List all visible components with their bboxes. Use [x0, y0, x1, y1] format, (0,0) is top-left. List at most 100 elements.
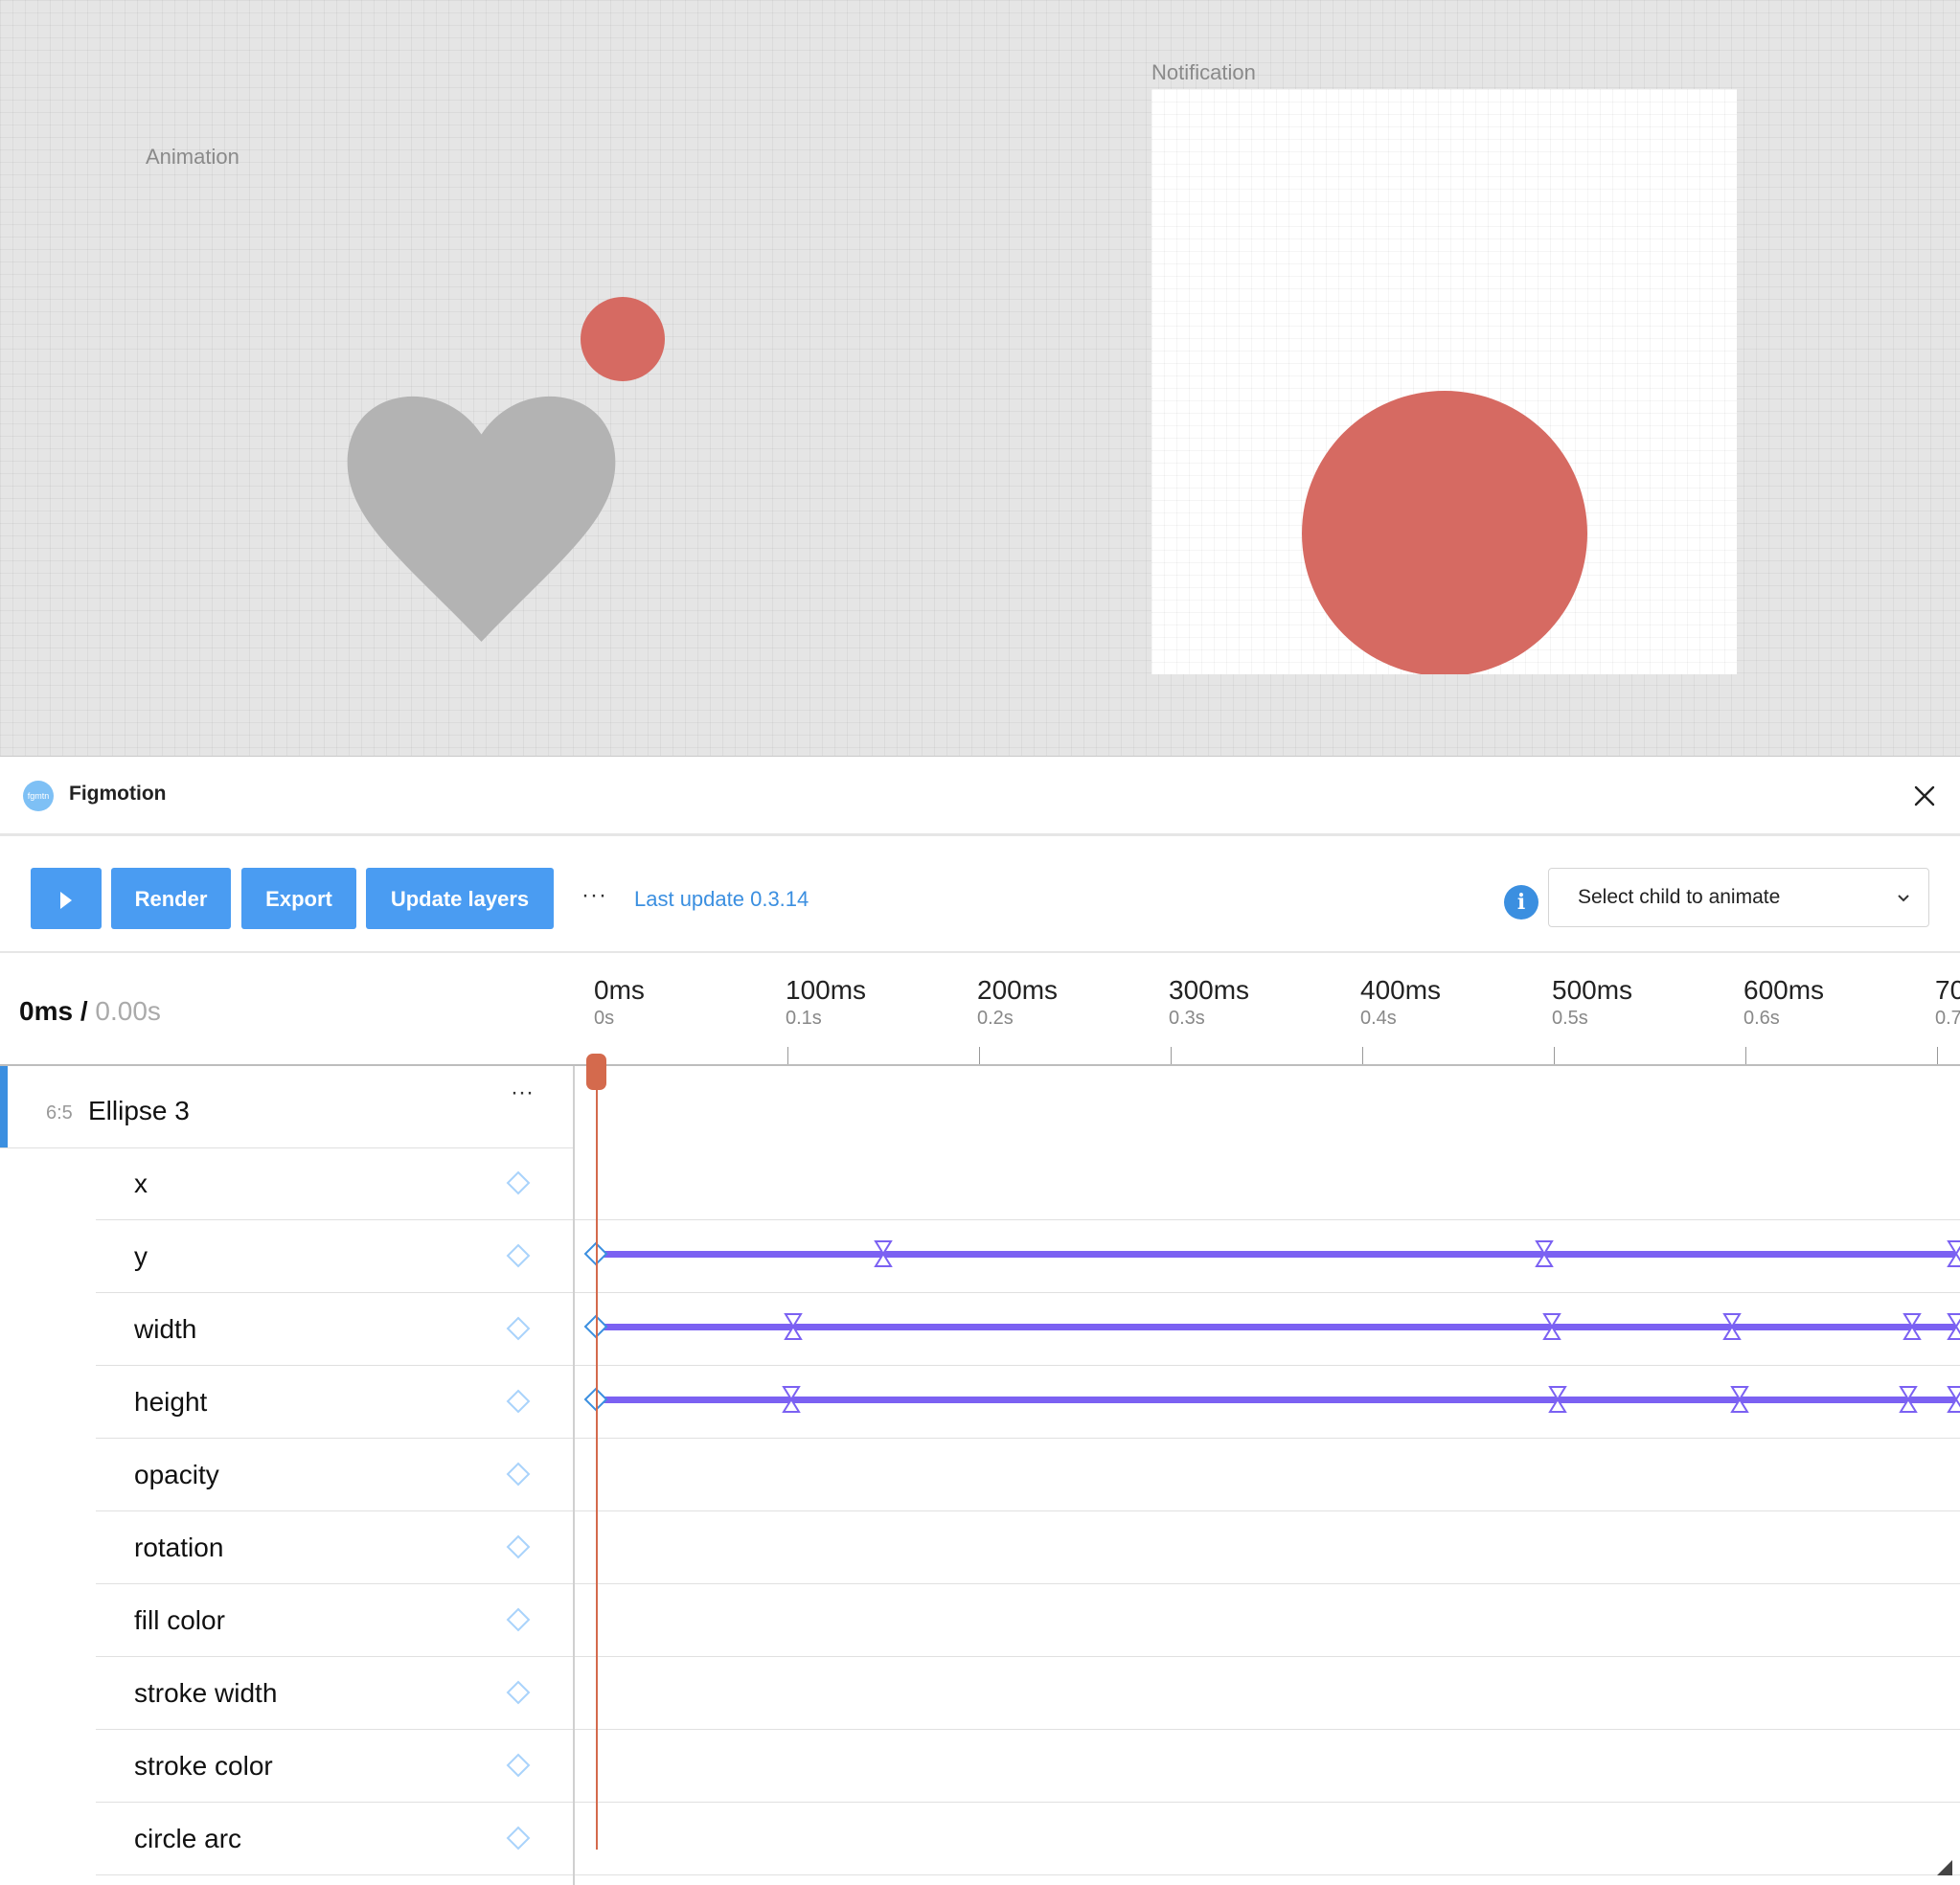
property-row-circle-arc[interactable]: circle arc	[96, 1803, 573, 1875]
ruler-tick-mark	[979, 1047, 980, 1064]
property-row-x[interactable]: x	[96, 1147, 573, 1220]
property-row-y[interactable]: y	[96, 1220, 573, 1293]
figmotion-logo-icon: fgmtn	[23, 781, 54, 811]
ruler-tick: 700ms 0.7s	[1935, 975, 1960, 1030]
keyframe-easing-icon[interactable]	[1541, 1312, 1562, 1346]
keyframe-easing-icon[interactable]	[1946, 1239, 1960, 1273]
layer-menu-button[interactable]: ···	[511, 1079, 534, 1106]
property-row-width[interactable]: width	[96, 1293, 573, 1366]
timeline-row-divider	[575, 1438, 1960, 1439]
keyframe-easing-icon[interactable]	[1721, 1312, 1743, 1346]
add-keyframe-diamond-icon[interactable]	[506, 1316, 531, 1346]
property-row-opacity[interactable]: opacity	[96, 1439, 573, 1511]
add-keyframe-diamond-icon[interactable]	[506, 1243, 531, 1273]
tick-seconds-label: 0.1s	[786, 1008, 822, 1029]
notification-frame[interactable]	[1151, 89, 1737, 674]
resize-grip-icon[interactable]	[1935, 1858, 1954, 1877]
keyframe-easing-icon[interactable]	[873, 1239, 894, 1273]
add-keyframe-diamond-icon[interactable]	[506, 1170, 531, 1200]
ruler-tick-mark	[1554, 1047, 1555, 1064]
timeline-row-divider	[575, 1874, 1960, 1875]
keyframe-easing-icon[interactable]	[1902, 1312, 1923, 1346]
ruler-tick: 400ms 0.4s	[1360, 975, 1441, 1030]
property-label: rotation	[134, 1533, 224, 1562]
keyframe-easing-icon[interactable]	[1946, 1312, 1960, 1346]
property-label: width	[134, 1314, 197, 1344]
tick-ms-label: 300ms	[1169, 975, 1250, 1005]
add-keyframe-diamond-icon[interactable]	[506, 1607, 531, 1637]
keyframe-easing-icon[interactable]	[781, 1385, 802, 1419]
add-keyframe-diamond-icon[interactable]	[506, 1462, 531, 1491]
plugin-title: Figmotion	[69, 783, 167, 805]
frame-label-notification[interactable]: Notification	[1151, 60, 1256, 85]
layer-id: 6:5	[46, 1102, 73, 1124]
keyframe-easing-icon[interactable]	[1534, 1239, 1555, 1273]
add-keyframe-diamond-icon[interactable]	[506, 1680, 531, 1710]
property-row-height[interactable]: height	[96, 1366, 573, 1439]
layer-name: Ellipse 3	[88, 1096, 190, 1125]
property-row-fill-color[interactable]: fill color	[96, 1584, 573, 1657]
add-keyframe-diamond-icon[interactable]	[506, 1534, 531, 1564]
last-update-link[interactable]: Last update 0.3.14	[634, 887, 809, 912]
property-label: y	[134, 1241, 148, 1271]
keyframe-easing-icon[interactable]	[1729, 1385, 1750, 1419]
property-label: stroke width	[134, 1678, 278, 1708]
timeline-grid[interactable]	[575, 1066, 1960, 1885]
layer-row-ellipse-3[interactable]: 6:5 Ellipse 3 ···	[0, 1066, 573, 1148]
frame-label-animation[interactable]: Animation	[146, 145, 239, 170]
large-red-circle[interactable]	[1302, 391, 1587, 674]
tick-seconds-label: 0.4s	[1360, 1008, 1397, 1029]
figmotion-panel: fgmtn Figmotion Render Export Update lay…	[0, 757, 1960, 1885]
timeline-row-divider	[575, 1292, 1960, 1293]
tick-ms-label: 400ms	[1360, 975, 1442, 1005]
time-ruler[interactable]: 0ms / 0.00s 0ms 0s 100ms 0.1s 200ms 0.2s 300ms…	[0, 953, 1960, 1066]
property-row-stroke-width[interactable]: stroke width	[96, 1657, 573, 1730]
tick-ms-label: 700ms	[1935, 975, 1960, 1005]
ruler-tick-mark	[1171, 1047, 1172, 1064]
property-label: opacity	[134, 1460, 219, 1489]
timeline-row-divider	[575, 1656, 1960, 1657]
property-label: circle arc	[134, 1824, 242, 1853]
child-select-value: Select child to animate	[1578, 886, 1781, 908]
render-button[interactable]: Render	[111, 868, 231, 929]
property-label: x	[134, 1169, 148, 1198]
animation-track-y[interactable]	[596, 1251, 1956, 1258]
figma-canvas[interactable]: Animation Notification	[0, 0, 1960, 757]
toolbar: Render Export Update layers ··· Last upd…	[0, 836, 1960, 953]
playhead-handle[interactable]	[586, 1054, 606, 1090]
tick-seconds-label: 0.2s	[977, 1008, 1014, 1029]
more-options-button[interactable]: ···	[581, 882, 607, 909]
play-icon	[60, 892, 72, 910]
small-red-circle[interactable]	[581, 297, 665, 381]
update-layers-button[interactable]: Update layers	[366, 868, 554, 929]
keyframe-easing-icon[interactable]	[1946, 1385, 1960, 1419]
ruler-tick: 100ms 0.1s	[786, 975, 866, 1030]
keyframe-easing-icon[interactable]	[1547, 1385, 1568, 1419]
property-label: stroke color	[134, 1751, 273, 1781]
play-button[interactable]	[31, 868, 102, 929]
keyframe-easing-icon[interactable]	[783, 1312, 804, 1346]
keyframe-easing-icon[interactable]	[1898, 1385, 1919, 1419]
timeline-row-divider	[575, 1219, 1960, 1220]
tick-ms-label: 0ms	[594, 975, 645, 1005]
export-button[interactable]: Export	[241, 868, 356, 929]
property-row-rotation[interactable]: rotation	[96, 1511, 573, 1584]
heart-shape[interactable]	[345, 388, 618, 642]
timeline-row-divider	[575, 1729, 1960, 1730]
chevron-down-icon	[1898, 895, 1909, 902]
timeline-row-divider	[575, 1583, 1960, 1584]
add-keyframe-diamond-icon[interactable]	[506, 1389, 531, 1419]
tick-seconds-label: 0.6s	[1743, 1008, 1780, 1029]
info-icon[interactable]: i	[1504, 885, 1538, 920]
close-icon[interactable]	[1908, 780, 1941, 812]
property-row-stroke-color[interactable]: stroke color	[96, 1730, 573, 1803]
ruler-tick-mark	[1937, 1047, 1938, 1064]
tick-ms-label: 600ms	[1743, 975, 1825, 1005]
add-keyframe-diamond-icon[interactable]	[506, 1753, 531, 1783]
time-separator: /	[73, 996, 96, 1026]
timeline-row-divider	[575, 1802, 1960, 1803]
ruler-tick-mark	[1745, 1047, 1746, 1064]
add-keyframe-diamond-icon[interactable]	[506, 1826, 531, 1855]
ruler-tick-mark	[1362, 1047, 1363, 1064]
child-select-dropdown[interactable]: Select child to animate	[1548, 868, 1929, 927]
